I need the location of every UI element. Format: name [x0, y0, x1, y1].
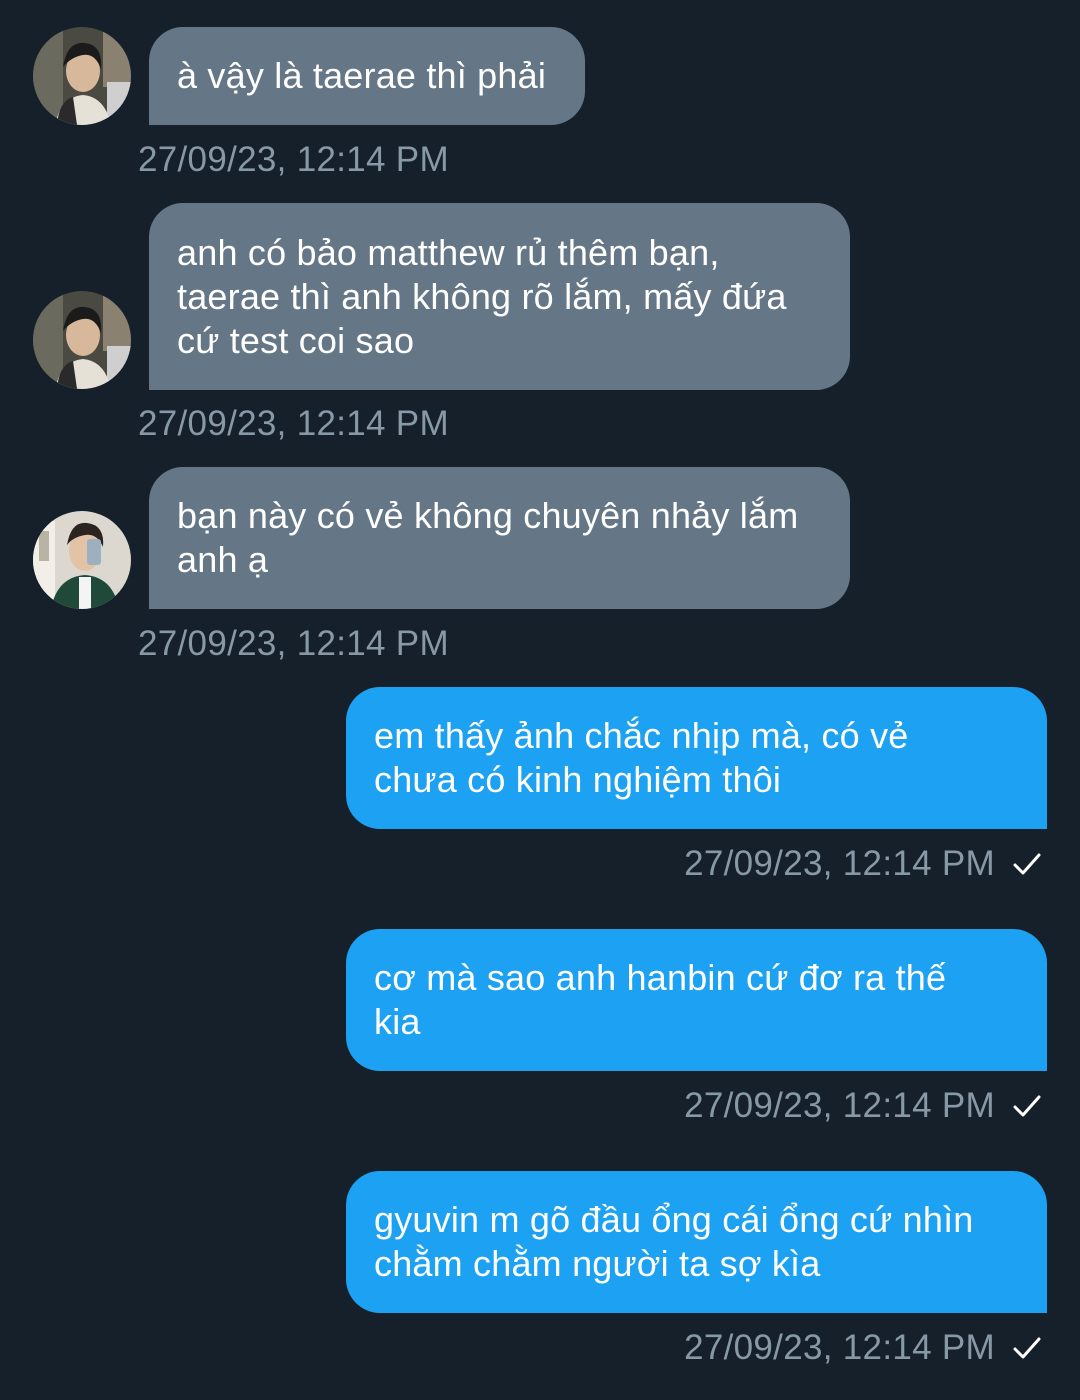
message-text: chằm chằm người ta sợ kìa — [374, 1243, 821, 1284]
message-timestamp: 27/09/23, 12:14 PM — [138, 404, 449, 443]
sender-avatar[interactable] — [33, 27, 131, 125]
message-text: anh ạ — [177, 539, 269, 580]
message-timestamp: 27/09/23, 12:14 PM — [684, 1328, 995, 1367]
message-text: chưa có kinh nghiệm thôi — [374, 759, 782, 800]
message-text: taerae thì anh không rõ lắm, mấy đứa — [177, 275, 787, 317]
message-text: gyuvin m gõ đầu ổng cái ổng cứ nhìn — [374, 1199, 974, 1240]
check-icon — [1013, 1095, 1041, 1117]
message-bubble-outgoing[interactable]: gyuvin m gõ đầu ổng cái ổng cứ nhìn chằm… — [346, 1171, 1047, 1313]
message-text: em thấy ảnh chắc nhịp mà, có vẻ — [374, 715, 909, 756]
message-timestamp: 27/09/23, 12:14 PM — [684, 1086, 995, 1125]
check-icon — [1013, 853, 1041, 875]
message-bubble-outgoing[interactable]: cơ mà sao anh hanbin cứ đơ ra thế kia — [346, 929, 1047, 1071]
message-bubble-incoming[interactable]: anh có bảo matthew rủ thêm bạn, taerae t… — [149, 203, 850, 390]
message-text: anh có bảo matthew rủ thêm bạn, — [177, 231, 720, 273]
sender-avatar[interactable] — [33, 511, 131, 609]
message-text: bạn này có vẻ không chuyên nhảy lắm — [177, 495, 799, 536]
message-text: à vậy là taerae thì phải — [177, 55, 547, 96]
message-bubble-outgoing[interactable]: em thấy ảnh chắc nhịp mà, có vẻ chưa có … — [346, 687, 1047, 829]
message-timestamp: 27/09/23, 12:14 PM — [138, 140, 449, 179]
message-text: cơ mà sao anh hanbin cứ đơ ra thế — [374, 957, 947, 998]
message-bubble-incoming[interactable]: bạn này có vẻ không chuyên nhảy lắm anh … — [149, 467, 850, 609]
message-bubble-incoming[interactable]: à vậy là taerae thì phải — [149, 27, 585, 125]
message-timestamp: 27/09/23, 12:14 PM — [684, 844, 995, 883]
message-timestamp: 27/09/23, 12:14 PM — [138, 624, 449, 663]
check-icon — [1013, 1337, 1041, 1359]
message-text: kia — [374, 1001, 421, 1042]
message-text: cứ test coi sao — [177, 319, 415, 361]
sender-avatar[interactable] — [33, 291, 131, 389]
conversation-thread: à vậy là taerae thì phải 27/09/23, 12:14… — [0, 0, 1080, 1400]
